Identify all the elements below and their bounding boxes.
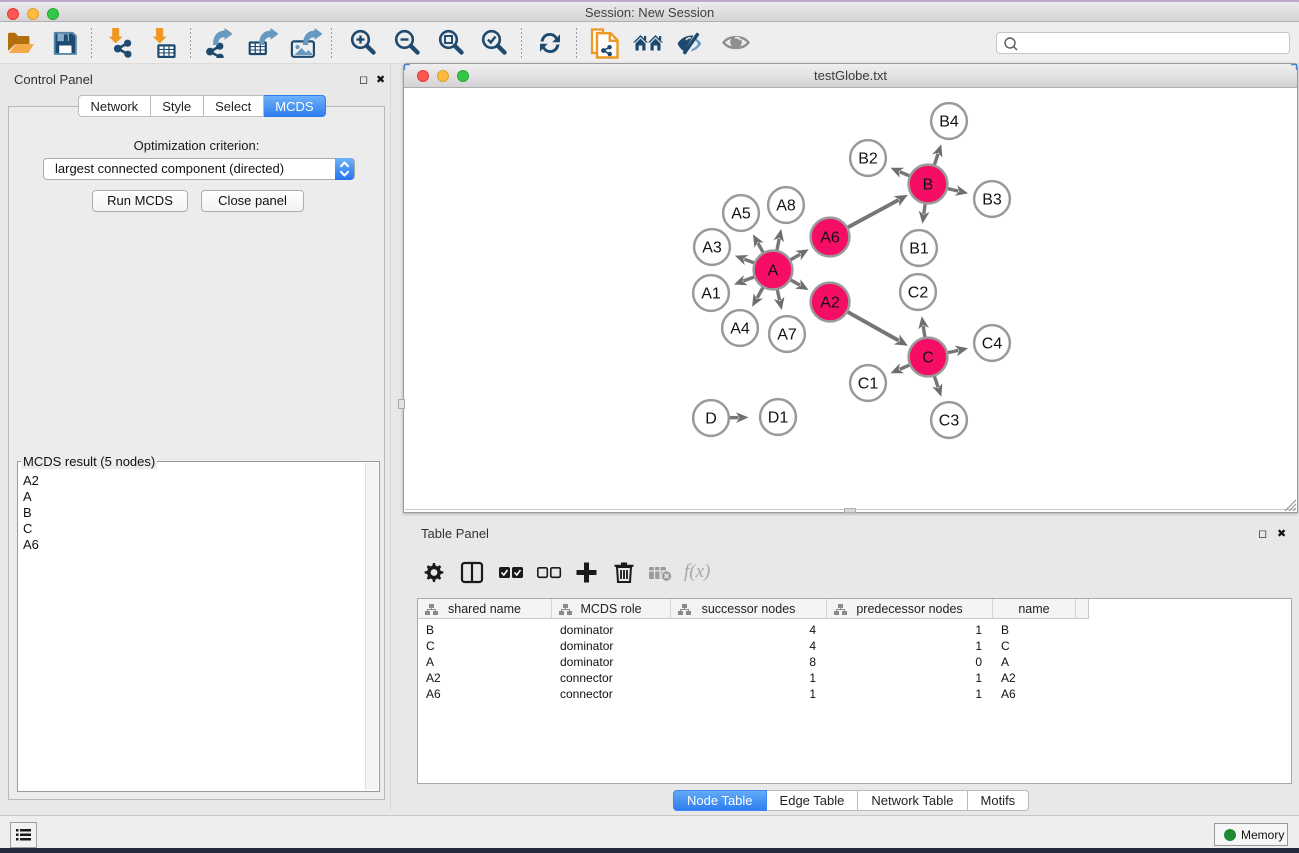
svg-text:B2: B2 — [858, 151, 878, 168]
svg-text:C1: C1 — [858, 376, 879, 393]
svg-text:D1: D1 — [768, 410, 789, 427]
svg-text:A3: A3 — [702, 240, 722, 257]
svg-text:A1: A1 — [701, 286, 721, 303]
svg-text:B4: B4 — [939, 114, 959, 131]
svg-text:B: B — [923, 177, 934, 194]
svg-text:A5: A5 — [731, 206, 751, 223]
svg-text:A6: A6 — [820, 230, 840, 247]
svg-text:A: A — [768, 263, 779, 280]
svg-text:A8: A8 — [776, 198, 796, 215]
svg-text:D: D — [705, 411, 717, 428]
svg-text:C2: C2 — [908, 285, 929, 302]
svg-text:B3: B3 — [982, 192, 1002, 209]
svg-text:A4: A4 — [730, 321, 750, 338]
svg-text:A2: A2 — [820, 295, 840, 312]
svg-text:C3: C3 — [939, 413, 960, 430]
svg-text:A7: A7 — [777, 327, 797, 344]
svg-text:B1: B1 — [909, 241, 929, 258]
svg-text:C: C — [922, 350, 934, 367]
svg-text:C4: C4 — [982, 336, 1003, 353]
